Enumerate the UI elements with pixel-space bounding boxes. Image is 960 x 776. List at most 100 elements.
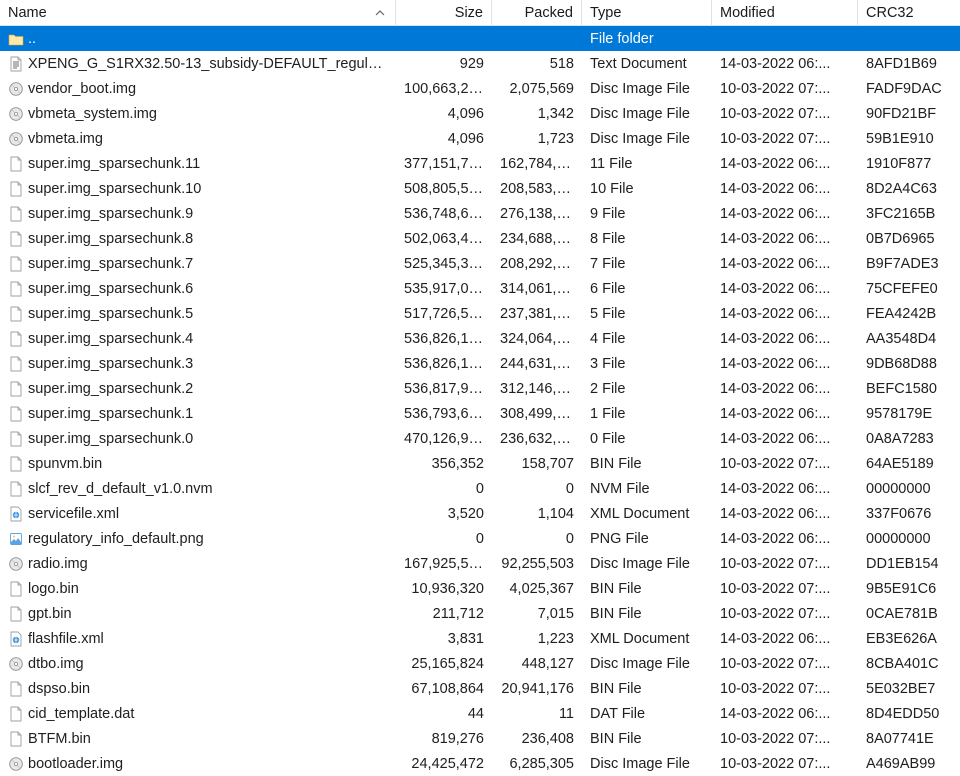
column-header-name[interactable]: Name — [0, 0, 396, 25]
file-crc32: 64AE5189 — [858, 456, 960, 472]
xml-file-icon — [8, 631, 24, 647]
file-size: 4,096 — [396, 106, 492, 122]
column-header-size[interactable]: Size — [396, 0, 492, 25]
file-row[interactable]: dspso.bin67,108,86420,941,176BIN File10-… — [0, 676, 960, 701]
file-type: PNG File — [582, 531, 712, 547]
file-size: 470,126,960 — [396, 431, 492, 447]
file-packed-size: 92,255,503 — [492, 556, 582, 572]
file-modified: 14-03-2022 06:... — [712, 381, 858, 397]
file-row[interactable]: super.img_sparsechunk.3536,826,152244,63… — [0, 351, 960, 376]
parent-folder-label: .. — [28, 31, 388, 47]
file-size: 44 — [396, 706, 492, 722]
file-blank-icon — [8, 581, 24, 597]
file-size: 0 — [396, 531, 492, 547]
file-type: BIN File — [582, 456, 712, 472]
file-size: 3,520 — [396, 506, 492, 522]
file-name-label: slcf_rev_d_default_v1.0.nvm — [28, 481, 388, 497]
file-row[interactable]: logo.bin10,936,3204,025,367BIN File10-03… — [0, 576, 960, 601]
file-packed-size: 448,127 — [492, 656, 582, 672]
file-row[interactable]: cid_template.dat4411DAT File14-03-2022 0… — [0, 701, 960, 726]
file-row[interactable]: super.img_sparsechunk.9536,748,620276,13… — [0, 201, 960, 226]
file-row[interactable]: servicefile.xml3,5201,104XML Document14-… — [0, 501, 960, 526]
file-name-label: vendor_boot.img — [28, 81, 388, 97]
file-name-label: super.img_sparsechunk.1 — [28, 406, 388, 422]
file-packed-size: 7,015 — [492, 606, 582, 622]
file-row[interactable]: super.img_sparsechunk.2536,817,948312,14… — [0, 376, 960, 401]
file-row[interactable]: super.img_sparsechunk.5517,726,520237,38… — [0, 301, 960, 326]
file-modified: 14-03-2022 06:... — [712, 481, 858, 497]
file-modified: 14-03-2022 06:... — [712, 706, 858, 722]
file-size: 377,151,728 — [396, 156, 492, 172]
file-row[interactable]: vendor_boot.img100,663,2962,075,569Disc … — [0, 76, 960, 101]
file-blank-icon — [8, 381, 24, 397]
file-crc32: 3FC2165B — [858, 206, 960, 222]
file-text-icon — [8, 56, 24, 72]
file-row[interactable]: super.img_sparsechunk.7525,345,352208,29… — [0, 251, 960, 276]
file-packed-size: 314,061,863 — [492, 281, 582, 297]
file-row[interactable]: vbmeta.img4,0961,723Disc Image File10-03… — [0, 126, 960, 151]
file-name-label: super.img_sparsechunk.9 — [28, 206, 388, 222]
file-packed-size: 276,138,413 — [492, 206, 582, 222]
file-name-label: dtbo.img — [28, 656, 388, 672]
file-modified: 14-03-2022 06:... — [712, 206, 858, 222]
file-name-label: cid_template.dat — [28, 706, 388, 722]
file-row[interactable]: super.img_sparsechunk.1536,793,608308,49… — [0, 401, 960, 426]
column-header-modified[interactable]: Modified — [712, 0, 858, 25]
file-size: 819,276 — [396, 731, 492, 747]
file-row[interactable]: radio.img167,925,50492,255,503Disc Image… — [0, 551, 960, 576]
file-modified: 14-03-2022 06:... — [712, 231, 858, 247]
file-packed-size: 324,064,384 — [492, 331, 582, 347]
file-size: 4,096 — [396, 131, 492, 147]
column-header-crc32[interactable]: CRC32 — [858, 0, 960, 25]
file-crc32: 00000000 — [858, 481, 960, 497]
file-packed-size: 20,941,176 — [492, 681, 582, 697]
file-row[interactable]: super.img_sparsechunk.11377,151,728162,7… — [0, 151, 960, 176]
parent-folder-row[interactable]: .. File folder — [0, 26, 960, 51]
file-crc32: 9DB68D88 — [858, 356, 960, 372]
file-packed-size: 1,723 — [492, 131, 582, 147]
file-blank-icon — [8, 481, 24, 497]
file-size: 211,712 — [396, 606, 492, 622]
file-row[interactable]: spunvm.bin356,352158,707BIN File10-03-20… — [0, 451, 960, 476]
file-crc32: 59B1E910 — [858, 131, 960, 147]
file-row[interactable]: super.img_sparsechunk.4536,826,140324,06… — [0, 326, 960, 351]
file-row[interactable]: super.img_sparsechunk.6535,917,032314,06… — [0, 276, 960, 301]
file-row[interactable]: gpt.bin211,7127,015BIN File10-03-2022 07… — [0, 601, 960, 626]
file-size: 3,831 — [396, 631, 492, 647]
file-packed-size: 236,632,200 — [492, 431, 582, 447]
file-type: 8 File — [582, 231, 712, 247]
file-size: 10,936,320 — [396, 581, 492, 597]
file-row[interactable]: XPENG_G_S1RX32.50-13_subsidy-DEFAULT_reg… — [0, 51, 960, 76]
file-row[interactable]: BTFM.bin819,276236,408BIN File10-03-2022… — [0, 726, 960, 751]
column-header-type[interactable]: Type — [582, 0, 712, 25]
file-row[interactable]: regulatory_info_default.png00PNG File14-… — [0, 526, 960, 551]
column-header-packed[interactable]: Packed — [492, 0, 582, 25]
file-row[interactable]: super.img_sparsechunk.0470,126,960236,63… — [0, 426, 960, 451]
file-modified: 10-03-2022 07:... — [712, 681, 858, 697]
file-type: BIN File — [582, 606, 712, 622]
file-row[interactable]: super.img_sparsechunk.10508,805,572208,5… — [0, 176, 960, 201]
file-size: 356,352 — [396, 456, 492, 472]
file-row[interactable]: slcf_rev_d_default_v1.0.nvm00NVM File14-… — [0, 476, 960, 501]
file-type: 2 File — [582, 381, 712, 397]
file-type: NVM File — [582, 481, 712, 497]
file-size: 67,108,864 — [396, 681, 492, 697]
header-label: Type — [590, 5, 621, 21]
file-crc32: 8A07741E — [858, 731, 960, 747]
file-name-label: gpt.bin — [28, 606, 388, 622]
file-type: 3 File — [582, 356, 712, 372]
file-row[interactable]: super.img_sparsechunk.8502,063,400234,68… — [0, 226, 960, 251]
file-crc32: FEA4242B — [858, 306, 960, 322]
file-row[interactable]: vbmeta_system.img4,0961,342Disc Image Fi… — [0, 101, 960, 126]
file-modified: 14-03-2022 06:... — [712, 431, 858, 447]
file-row[interactable]: dtbo.img25,165,824448,127Disc Image File… — [0, 651, 960, 676]
file-packed-size: 208,583,179 — [492, 181, 582, 197]
file-crc32: 0A8A7283 — [858, 431, 960, 447]
file-modified: 10-03-2022 07:... — [712, 106, 858, 122]
file-name-label: XPENG_G_S1RX32.50-13_subsidy-DEFAULT_reg… — [28, 56, 388, 72]
file-row[interactable]: bootloader.img24,425,4726,285,305Disc Im… — [0, 751, 960, 776]
file-type: 5 File — [582, 306, 712, 322]
file-name-label: servicefile.xml — [28, 506, 388, 522]
disc-image-icon — [8, 656, 24, 672]
file-row[interactable]: flashfile.xml3,8311,223XML Document14-03… — [0, 626, 960, 651]
